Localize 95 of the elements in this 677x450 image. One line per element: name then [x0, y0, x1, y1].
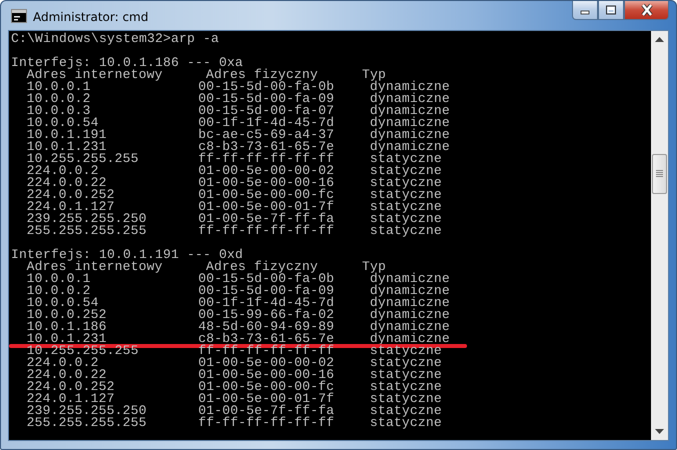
ip-address: 10.0.0.1	[26, 273, 91, 285]
ip-address: 10.0.1.186	[26, 321, 108, 333]
entry-type: dynamiczne	[370, 309, 450, 321]
entry-type: statyczne	[370, 417, 442, 429]
interface-header: Interfejs: 10.0.1.191 --- 0xd	[11, 249, 244, 261]
mac-address: bc-ae-c5-69-a4-37	[198, 129, 336, 141]
interface-header: Interfejs: 10.0.1.186 --- 0xa	[11, 57, 244, 69]
ip-address: 10.0.0.252	[26, 309, 108, 321]
entry-type: statyczne	[370, 405, 442, 417]
column-header: Typ	[362, 69, 386, 81]
entry-type: statyczne	[370, 225, 442, 237]
maximize-icon	[605, 5, 617, 15]
mac-address: 00-15-5d-00-fa-07	[198, 105, 336, 117]
command-prompt: C:\Windows\system32>arp -a	[11, 33, 220, 45]
window-title: Administrator: cmd	[33, 10, 150, 24]
mac-address: 00-15-5d-00-fa-09	[198, 93, 336, 105]
ip-address: 10.0.0.2	[26, 93, 92, 105]
entry-type: dynamiczne	[370, 333, 450, 345]
mac-address: 01-00-5e-7f-ff-fa	[198, 405, 336, 417]
entry-type: dynamiczne	[370, 285, 450, 297]
column-header: Adres fizyczny	[206, 261, 318, 273]
ip-address: 224.0.0.252	[26, 381, 116, 393]
entry-type: dynamiczne	[370, 141, 450, 153]
entry-type: statyczne	[370, 177, 442, 189]
mac-address: 00-1f-1f-4d-45-7d	[198, 297, 336, 309]
ip-address: 10.0.0.3	[26, 105, 91, 117]
column-header: Typ	[362, 261, 386, 273]
ip-address: 239.255.255.250	[26, 213, 148, 225]
ip-address: 10.0.0.54	[26, 117, 99, 129]
minimize-button[interactable]	[572, 1, 598, 20]
mac-address: c8-b3-73-61-65-7e	[198, 333, 336, 345]
entry-type: dynamiczne	[370, 93, 450, 105]
maximize-button[interactable]	[598, 1, 624, 20]
mac-address: 00-15-99-66-fa-02	[198, 309, 336, 321]
ip-address: 224.0.0.2	[26, 165, 99, 177]
ip-address: 239.255.255.250	[26, 405, 148, 417]
entry-type: statyczne	[370, 393, 442, 405]
entry-type: dynamiczne	[370, 117, 450, 129]
mac-address: 01-00-5e-00-00-02	[198, 165, 336, 177]
ip-address: 224.0.0.252	[26, 189, 116, 201]
ip-address: 10.0.1.231	[26, 333, 107, 345]
ip-address: 10.0.1.191	[26, 129, 108, 141]
mac-address: 01-00-5e-00-00-16	[198, 369, 336, 381]
console-icon	[11, 8, 27, 22]
entry-type: dynamiczne	[370, 273, 450, 285]
scroll-thumb[interactable]	[652, 154, 667, 194]
entry-type: statyczne	[370, 153, 442, 165]
ip-address: 224.0.1.127	[26, 393, 115, 405]
ip-address: 10.0.0.2	[26, 285, 91, 297]
column-header: Adres internetowy	[26, 69, 164, 81]
close-button[interactable]	[624, 1, 669, 20]
ip-address: 224.0.0.22	[26, 369, 107, 381]
column-header: Adres internetowy	[26, 261, 164, 273]
mac-address: 01-00-5e-00-00-16	[198, 177, 336, 189]
close-icon	[638, 4, 654, 16]
scroll-up-icon[interactable]	[655, 37, 664, 42]
mac-address: ff-ff-ff-ff-ff-ff	[198, 153, 336, 165]
entry-type: dynamiczne	[370, 129, 450, 141]
mac-address: 01-00-5e-00-00-fc	[198, 381, 336, 393]
ip-address: 10.0.1.231	[26, 141, 107, 153]
ip-address: 10.0.0.1	[26, 81, 91, 93]
mac-address: 01-00-5e-00-00-fc	[198, 189, 336, 201]
entry-type: dynamiczne	[370, 297, 450, 309]
mac-address: 00-1f-1f-4d-45-7d	[198, 117, 336, 129]
mac-address: ff-ff-ff-ff-ff-ff	[198, 417, 336, 429]
mac-address: 00-15-5d-00-fa-0b	[198, 81, 336, 93]
mac-address: 01-00-5e-7f-ff-fa	[198, 213, 336, 225]
entry-type: statyczne	[370, 369, 442, 381]
ip-address: 224.0.1.127	[26, 201, 115, 213]
entry-type: dynamiczne	[370, 81, 450, 93]
entry-type: statyczne	[370, 201, 442, 213]
mac-address: 00-15-5d-00-fa-0b	[198, 273, 336, 285]
entry-type: statyczne	[370, 165, 442, 177]
entry-type: dynamiczne	[370, 105, 450, 117]
entry-type: statyczne	[370, 213, 442, 225]
mac-address: 01-00-5e-00-01-7f	[198, 393, 336, 405]
mac-address: 01-00-5e-00-01-7f	[198, 201, 336, 213]
ip-address: 10.0.0.54	[26, 297, 99, 309]
scroll-down-icon[interactable]	[655, 429, 664, 434]
ip-address: 224.0.0.2	[26, 357, 99, 369]
entry-type: statyczne	[370, 357, 442, 369]
ip-address: 224.0.0.22	[26, 177, 107, 189]
mac-address: 01-00-5e-00-00-02	[198, 357, 336, 369]
ip-address: 10.255.255.255	[26, 153, 140, 165]
mac-address: c8-b3-73-61-65-7e	[198, 141, 336, 153]
entry-type: dynamiczne	[370, 321, 450, 333]
mac-address: ff-ff-ff-ff-ff-ff	[198, 225, 336, 237]
grip-icon	[656, 170, 663, 178]
ip-address: 255.255.255.255	[26, 225, 148, 237]
mac-address: 00-15-5d-00-fa-09	[198, 285, 336, 297]
ip-address: 255.255.255.255	[26, 417, 148, 429]
column-header: Adres fizyczny	[206, 69, 318, 81]
entry-type: statyczne	[370, 189, 442, 201]
mac-address: 48-5d-60-94-69-89	[198, 321, 336, 333]
entry-type: statyczne	[370, 381, 442, 393]
